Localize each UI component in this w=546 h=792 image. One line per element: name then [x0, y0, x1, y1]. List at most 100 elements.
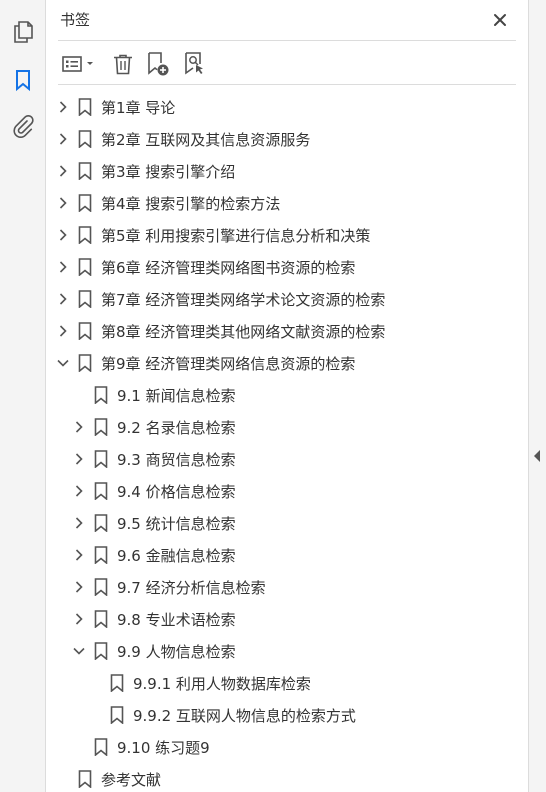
bookmark-item[interactable]: 第1章 导论 — [46, 91, 528, 123]
bookmark-icon — [94, 642, 108, 661]
add-bookmark-icon[interactable] — [144, 50, 172, 78]
chevron-right-icon[interactable] — [72, 516, 86, 530]
bookmark-label: 9.3 商贸信息检索 — [117, 451, 236, 469]
chevron-right-icon[interactable] — [72, 548, 86, 562]
bookmark-label: 9.6 金融信息检索 — [117, 547, 236, 565]
bookmark-item[interactable]: 9.7 经济分析信息检索 — [46, 571, 528, 603]
bookmark-icon — [94, 546, 108, 565]
bookmark-icon — [94, 738, 108, 757]
bookmark-icon — [78, 130, 92, 149]
chevron-right-icon[interactable] — [56, 324, 70, 338]
chevron-right-icon[interactable] — [72, 612, 86, 626]
trash-icon[interactable] — [110, 50, 136, 78]
toolbar-divider — [58, 84, 516, 85]
bookmark-item[interactable]: 9.9 人物信息检索 — [46, 635, 528, 667]
bookmark-item[interactable]: 参考文献 — [46, 763, 528, 792]
bookmark-label: 第8章 经济管理类其他网络文献资源的检索 — [101, 323, 386, 341]
bookmark-item[interactable]: 第6章 经济管理类网络图书资源的检索 — [46, 251, 528, 283]
chevron-right-icon[interactable] — [56, 260, 70, 274]
bookmark-icon — [94, 418, 108, 437]
chevron-right-icon[interactable] — [72, 484, 86, 498]
bookmark-item[interactable]: 9.9.1 利用人物数据库检索 — [46, 667, 528, 699]
bookmark-item[interactable]: 9.1 新闻信息检索 — [46, 379, 528, 411]
bookmark-item[interactable]: 第7章 经济管理类网络学术论文资源的检索 — [46, 283, 528, 315]
bookmark-icon — [78, 194, 92, 213]
bookmark-label: 第5章 利用搜索引擎进行信息分析和决策 — [101, 227, 371, 245]
chevron-right-icon[interactable] — [72, 452, 86, 466]
bookmark-item[interactable]: 9.9.2 互联网人物信息的检索方式 — [46, 699, 528, 731]
panel-title: 书签 — [60, 11, 91, 29]
bookmark-icon — [78, 322, 92, 341]
chevron-down-icon[interactable] — [56, 356, 70, 370]
bookmark-icon — [110, 674, 124, 693]
bookmark-item[interactable]: 9.4 价格信息检索 — [46, 475, 528, 507]
chevron-right-icon[interactable] — [56, 228, 70, 242]
bookmark-label: 第3章 搜索引擎介绍 — [101, 163, 236, 181]
bookmark-item[interactable]: 9.8 专业术语检索 — [46, 603, 528, 635]
bookmark-item[interactable]: 第8章 经济管理类其他网络文献资源的检索 — [46, 315, 528, 347]
chevron-right-icon[interactable] — [72, 580, 86, 594]
bookmark-label: 第6章 经济管理类网络图书资源的检索 — [101, 259, 356, 277]
bookmark-icon — [110, 706, 124, 725]
bookmark-label: 第2章 互联网及其信息资源服务 — [101, 131, 311, 149]
bookmark-item[interactable]: 9.5 统计信息检索 — [46, 507, 528, 539]
bookmark-icon — [78, 162, 92, 181]
find-bookmark-icon[interactable] — [180, 50, 208, 78]
bookmark-label: 9.9 人物信息检索 — [117, 643, 236, 661]
bookmark-item[interactable]: 9.6 金融信息检索 — [46, 539, 528, 571]
bookmark-label: 9.10 练习题9 — [117, 739, 210, 757]
bookmark-label: 第7章 经济管理类网络学术论文资源的检索 — [101, 291, 386, 309]
bookmark-icon — [78, 258, 92, 277]
bookmark-label: 9.8 专业术语检索 — [117, 611, 236, 629]
chevron-right-icon[interactable] — [56, 100, 70, 114]
bookmark-label: 9.9.2 互联网人物信息的检索方式 — [133, 707, 356, 725]
bookmark-label: 第1章 导论 — [101, 99, 176, 117]
bookmark-icon — [94, 514, 108, 533]
list-options-icon[interactable] — [60, 50, 98, 78]
bookmark-label: 9.7 经济分析信息检索 — [117, 579, 266, 597]
collapse-arrow-icon[interactable] — [534, 450, 540, 462]
bookmark-icon — [94, 386, 108, 405]
chevron-right-icon[interactable] — [56, 164, 70, 178]
bookmark-item[interactable]: 第9章 经济管理类网络信息资源的检索 — [46, 347, 528, 379]
chevron-right-icon[interactable] — [56, 132, 70, 146]
panel-collapse-strip[interactable] — [528, 0, 546, 792]
bookmark-icon — [94, 450, 108, 469]
bookmarks-panel: 书签 第1章 导论 第2章 互联网及其信息资源服务 第3章 搜索引擎介绍 第4章… — [46, 0, 528, 792]
bookmark-icon — [78, 98, 92, 117]
bookmark-label: 9.1 新闻信息检索 — [117, 387, 236, 405]
chevron-right-icon[interactable] — [56, 292, 70, 306]
bookmark-icon[interactable] — [9, 66, 37, 94]
bookmark-label: 第9章 经济管理类网络信息资源的检索 — [101, 355, 356, 373]
bookmark-icon — [94, 578, 108, 597]
chevron-right-icon[interactable] — [56, 196, 70, 210]
bookmark-icon — [94, 610, 108, 629]
bookmark-item[interactable]: 9.10 练习题9 — [46, 731, 528, 763]
bookmark-label: 第4章 搜索引擎的检索方法 — [101, 195, 281, 213]
bookmark-item[interactable]: 9.3 商贸信息检索 — [46, 443, 528, 475]
paperclip-icon[interactable] — [9, 112, 37, 140]
bookmark-icon — [78, 290, 92, 309]
bookmark-item[interactable]: 第2章 互联网及其信息资源服务 — [46, 123, 528, 155]
bookmark-item[interactable]: 第4章 搜索引擎的检索方法 — [46, 187, 528, 219]
bookmark-label: 9.5 统计信息检索 — [117, 515, 236, 533]
chevron-down-icon[interactable] — [72, 644, 86, 658]
header-divider — [58, 40, 516, 41]
chevron-right-icon[interactable] — [72, 420, 86, 434]
panel-header: 书签 — [46, 0, 528, 40]
bookmark-label: 参考文献 — [101, 771, 162, 789]
bookmarks-toolbar — [46, 44, 528, 84]
bookmark-icon — [78, 226, 92, 245]
bookmark-icon — [78, 354, 92, 373]
bookmark-item[interactable]: 9.2 名录信息检索 — [46, 411, 528, 443]
bookmark-label: 9.4 价格信息检索 — [117, 483, 236, 501]
bookmark-tree: 第1章 导论第2章 互联网及其信息资源服务 第3章 搜索引擎介绍第4章 搜索引擎的… — [46, 91, 528, 792]
close-icon[interactable] — [488, 8, 512, 32]
bookmark-icon — [94, 482, 108, 501]
bookmark-icon — [78, 770, 92, 789]
bookmark-label: 9.2 名录信息检索 — [117, 419, 236, 437]
bookmark-label: 9.9.1 利用人物数据库检索 — [133, 675, 311, 693]
bookmark-item[interactable]: 第3章 搜索引擎介绍 — [46, 155, 528, 187]
pages-icon[interactable] — [9, 18, 37, 46]
bookmark-item[interactable]: 第5章 利用搜索引擎进行信息分析和决策 — [46, 219, 528, 251]
